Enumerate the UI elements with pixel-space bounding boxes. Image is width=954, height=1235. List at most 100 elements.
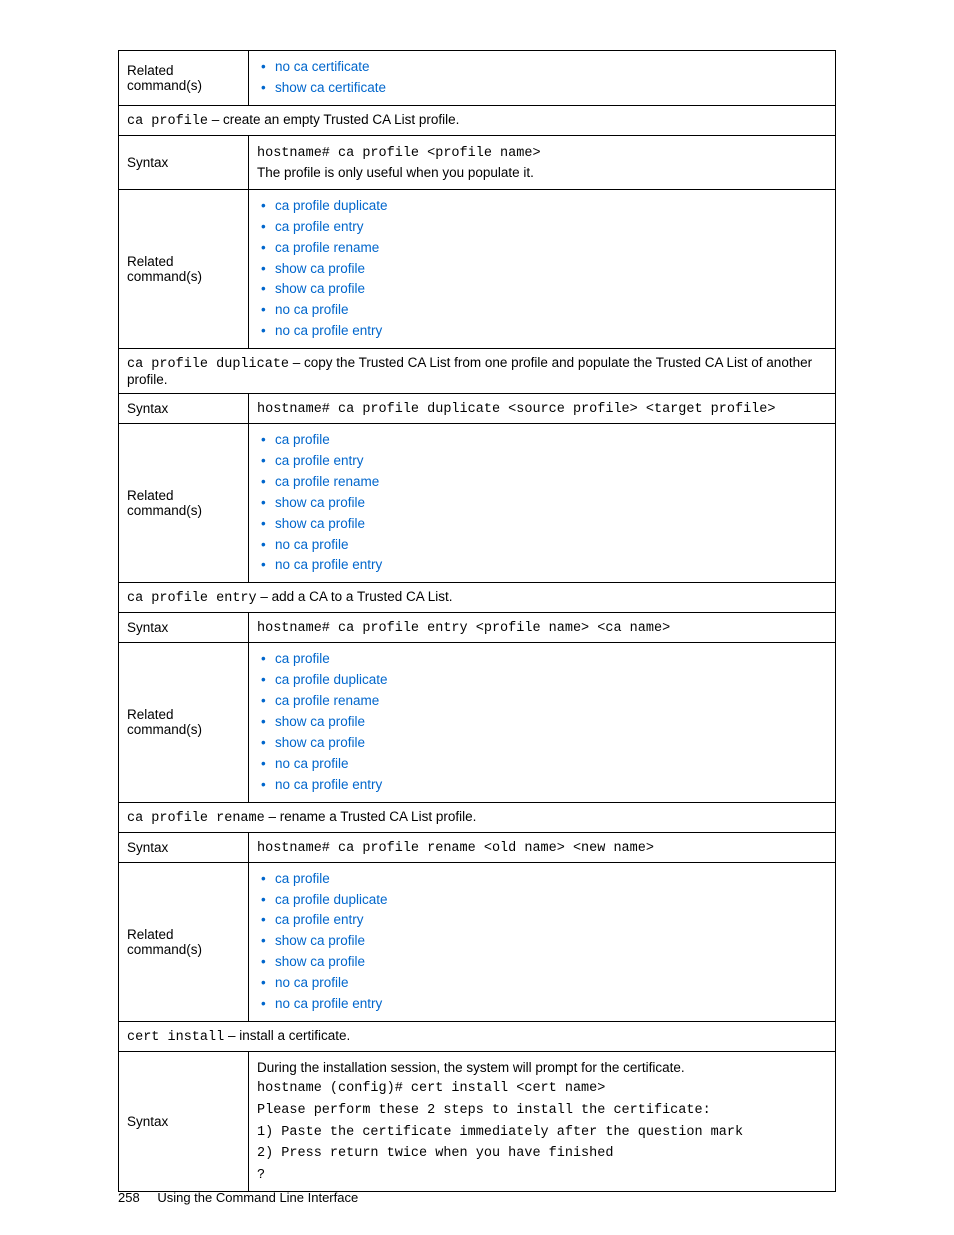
- list-item[interactable]: no ca profile: [261, 535, 827, 556]
- row-label: Related command(s): [119, 424, 249, 583]
- list-item[interactable]: show ca profile: [261, 514, 827, 535]
- command-name: ca profile entry: [127, 591, 257, 606]
- link-list: no ca certificate show ca certificate: [257, 57, 827, 99]
- list-item[interactable]: ca profile: [261, 430, 827, 451]
- link-list: ca profile ca profile duplicate ca profi…: [257, 869, 827, 1015]
- table-row: Syntax During the installation session, …: [119, 1051, 836, 1191]
- list-item[interactable]: ca profile rename: [261, 691, 827, 712]
- list-item[interactable]: no ca profile entry: [261, 321, 827, 342]
- document-page: Related command(s) no ca certificate sho…: [0, 0, 954, 1235]
- row-content: ca profile ca profile duplicate ca profi…: [249, 862, 836, 1021]
- table-row: ca profile duplicate – copy the Trusted …: [119, 349, 836, 394]
- table-row: Related command(s) ca profile ca profile…: [119, 424, 836, 583]
- row-content: hostname# ca profile rename <old name> <…: [249, 832, 836, 862]
- list-item[interactable]: no ca profile entry: [261, 555, 827, 576]
- footer-title: Using the Command Line Interface: [157, 1190, 358, 1205]
- syntax-code: 1) Paste the certificate immediately aft…: [257, 1125, 743, 1140]
- syntax-code: hostname (config)# cert install <cert na…: [257, 1081, 605, 1096]
- list-item[interactable]: ca profile: [261, 649, 827, 670]
- link-list: ca profile duplicate ca profile entry ca…: [257, 196, 827, 342]
- row-content: hostname# ca profile <profile name> The …: [249, 135, 836, 189]
- list-item[interactable]: ca profile rename: [261, 238, 827, 259]
- command-description: ca profile entry – add a CA to a Trusted…: [119, 583, 836, 613]
- link-list: ca profile ca profile duplicate ca profi…: [257, 649, 827, 795]
- syntax-code: ?: [257, 1168, 265, 1183]
- row-content: ca profile ca profile entry ca profile r…: [249, 424, 836, 583]
- list-item[interactable]: ca profile: [261, 869, 827, 890]
- list-item[interactable]: show ca profile: [261, 931, 827, 952]
- row-content: ca profile ca profile duplicate ca profi…: [249, 643, 836, 802]
- list-item[interactable]: ca profile duplicate: [261, 196, 827, 217]
- command-name: ca profile: [127, 114, 208, 129]
- list-item[interactable]: no ca profile: [261, 973, 827, 994]
- command-desc-text: – install a certificate.: [224, 1028, 350, 1043]
- list-item[interactable]: show ca profile: [261, 733, 827, 754]
- command-name: ca profile rename: [127, 811, 265, 826]
- list-item[interactable]: show ca certificate: [261, 78, 827, 99]
- page-number: 258: [118, 1190, 140, 1205]
- list-item[interactable]: no ca profile: [261, 300, 827, 321]
- list-item[interactable]: no ca profile entry: [261, 994, 827, 1015]
- command-description: cert install – install a certificate.: [119, 1021, 836, 1051]
- list-item[interactable]: show ca profile: [261, 259, 827, 280]
- row-content: hostname# ca profile duplicate <source p…: [249, 394, 836, 424]
- syntax-note: The profile is only useful when you popu…: [257, 165, 534, 180]
- table-row: Syntax hostname# ca profile duplicate <s…: [119, 394, 836, 424]
- list-item[interactable]: show ca profile: [261, 279, 827, 300]
- table-row: cert install – install a certificate.: [119, 1021, 836, 1051]
- table-row: Syntax hostname# ca profile entry <profi…: [119, 613, 836, 643]
- table-row: Related command(s) no ca certificate sho…: [119, 51, 836, 106]
- table-row: Syntax hostname# ca profile <profile nam…: [119, 135, 836, 189]
- syntax-note: During the installation session, the sys…: [257, 1060, 685, 1075]
- syntax-code: 2) Press return twice when you have fini…: [257, 1146, 613, 1161]
- list-item[interactable]: ca profile entry: [261, 451, 827, 472]
- row-content: During the installation session, the sys…: [249, 1051, 836, 1191]
- command-description: ca profile – create an empty Trusted CA …: [119, 105, 836, 135]
- row-label: Related command(s): [119, 643, 249, 802]
- list-item[interactable]: ca profile duplicate: [261, 670, 827, 691]
- list-item[interactable]: ca profile entry: [261, 910, 827, 931]
- table-row: Syntax hostname# ca profile rename <old …: [119, 832, 836, 862]
- syntax-code: hostname# ca profile duplicate <source p…: [257, 402, 775, 417]
- command-table: Related command(s) no ca certificate sho…: [118, 50, 836, 1192]
- row-content: ca profile duplicate ca profile entry ca…: [249, 189, 836, 348]
- table-row: Related command(s) ca profile ca profile…: [119, 643, 836, 802]
- table-row: ca profile entry – add a CA to a Trusted…: [119, 583, 836, 613]
- list-item[interactable]: ca profile entry: [261, 217, 827, 238]
- command-name: cert install: [127, 1030, 224, 1045]
- command-desc-text: – create an empty Trusted CA List profil…: [208, 112, 459, 127]
- syntax-code: hostname# ca profile entry <profile name…: [257, 621, 670, 636]
- row-content: no ca certificate show ca certificate: [249, 51, 836, 106]
- command-name: ca profile duplicate: [127, 357, 289, 372]
- list-item[interactable]: no ca certificate: [261, 57, 827, 78]
- row-label: Syntax: [119, 1051, 249, 1191]
- table-row: ca profile – create an empty Trusted CA …: [119, 105, 836, 135]
- command-description: ca profile duplicate – copy the Trusted …: [119, 349, 836, 394]
- page-footer: 258 Using the Command Line Interface: [118, 1190, 358, 1205]
- list-item[interactable]: show ca profile: [261, 712, 827, 733]
- table-row: Related command(s) ca profile ca profile…: [119, 862, 836, 1021]
- command-desc-text: – add a CA to a Trusted CA List.: [257, 589, 453, 604]
- list-item[interactable]: ca profile rename: [261, 472, 827, 493]
- list-item[interactable]: no ca profile: [261, 754, 827, 775]
- list-item[interactable]: show ca profile: [261, 952, 827, 973]
- table-row: Related command(s) ca profile duplicate …: [119, 189, 836, 348]
- row-label: Related command(s): [119, 189, 249, 348]
- command-description: ca profile rename – rename a Trusted CA …: [119, 802, 836, 832]
- row-label: Syntax: [119, 135, 249, 189]
- table-row: ca profile rename – rename a Trusted CA …: [119, 802, 836, 832]
- row-label: Related command(s): [119, 51, 249, 106]
- list-item[interactable]: show ca profile: [261, 493, 827, 514]
- row-content: hostname# ca profile entry <profile name…: [249, 613, 836, 643]
- row-label: Related command(s): [119, 862, 249, 1021]
- syntax-code: Please perform these 2 steps to install …: [257, 1103, 711, 1118]
- syntax-code: hostname# ca profile rename <old name> <…: [257, 841, 654, 856]
- row-label: Syntax: [119, 613, 249, 643]
- row-label: Syntax: [119, 394, 249, 424]
- list-item[interactable]: ca profile duplicate: [261, 890, 827, 911]
- row-label: Syntax: [119, 832, 249, 862]
- list-item[interactable]: no ca profile entry: [261, 775, 827, 796]
- syntax-code: hostname# ca profile <profile name>: [257, 146, 541, 161]
- link-list: ca profile ca profile entry ca profile r…: [257, 430, 827, 576]
- command-desc-text: – rename a Trusted CA List profile.: [265, 809, 477, 824]
